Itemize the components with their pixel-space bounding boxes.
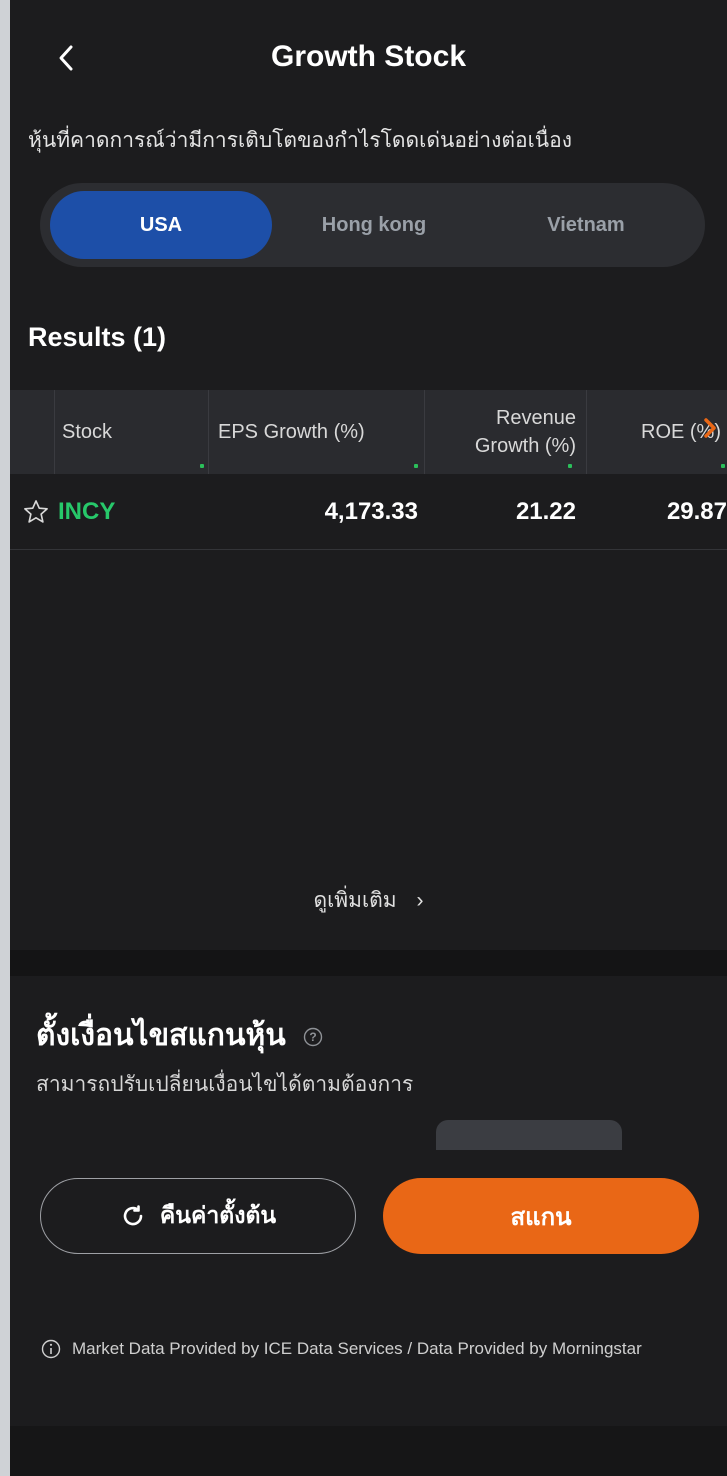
column-header-eps-growth[interactable]: EPS Growth (%) [218,390,432,474]
column-header-stock[interactable]: Stock [62,390,208,474]
tab-hong-kong[interactable]: Hong kong [276,191,472,259]
tab-usa[interactable]: USA [50,191,272,259]
column-header-revenue-line2: Growth (%) [474,435,576,457]
sort-indicator [721,464,725,468]
help-icon[interactable]: ? [302,1026,324,1048]
info-icon [41,1339,61,1359]
reset-defaults-button[interactable]: คืนค่าตั้งต้น [40,1178,356,1254]
table-row[interactable]: INCY 4,173.33 21.22 29.87 [10,474,727,550]
left-edge-strip [0,0,10,1476]
screen: Growth Stock หุ้นที่คาดการณ์ว่ามีการเติบ… [10,0,727,1476]
tab-vietnam[interactable]: Vietnam [480,191,692,259]
page-subtitle: หุ้นที่คาดการณ์ว่ามีการเติบโตของกำไรโดดเ… [28,129,572,152]
table-header: Stock EPS Growth (%) Revenue Growth (%) … [10,390,727,474]
see-more-label: ดูเพิ่มเติม [313,889,397,912]
column-divider [208,390,209,474]
sort-indicator [200,464,204,468]
star-icon[interactable] [22,474,56,550]
results-title: Results (1) [28,322,167,352]
column-divider [54,390,55,474]
market-segmented-control: USA Hong kong Vietnam [40,183,705,267]
scanner-section-title: ตั้งเงื่อนไขสแกนหุ้น ? [36,1012,324,1059]
scroll-right-icon[interactable] [702,416,718,445]
svg-text:?: ? [309,1030,316,1044]
sort-indicator [414,464,418,468]
data-source-footnote: Market Data Provided by ICE Data Service… [40,1336,712,1362]
column-header-revenue-growth[interactable]: Revenue Growth (%) [428,390,586,474]
refresh-icon [123,1205,143,1226]
reset-label: คืนค่าตั้งต้น [159,1202,277,1228]
bottom-bar [10,1426,727,1476]
see-more-link[interactable]: ดูเพิ่มเติม › [10,884,727,917]
page-title: Growth Stock [270,40,466,73]
footnote-text: Market Data Provided by ICE Data Service… [72,1339,642,1358]
revenue-growth-value: 21.22 [515,498,576,525]
column-divider [424,390,425,474]
section-divider [10,950,727,976]
sort-indicator [568,464,572,468]
column-header-revenue-line1: Revenue [495,407,576,429]
column-divider [586,390,587,474]
scanner-subtitle: สามารถปรับเปลี่ยนเงื่อนไขได้ตามต้องการ [36,1073,414,1096]
header: Growth Stock [10,26,727,90]
scanner-tab-stub[interactable] [436,1120,622,1150]
roe-value: 29.87 [666,498,727,525]
scanner-title-text: ตั้งเงื่อนไขสแกนหุ้น [36,1019,286,1052]
eps-growth-value: 4,173.33 [324,498,418,525]
chevron-right-icon: › [416,889,424,912]
scan-button[interactable]: สแกน [383,1178,699,1254]
stock-ticker[interactable]: INCY [58,474,208,550]
